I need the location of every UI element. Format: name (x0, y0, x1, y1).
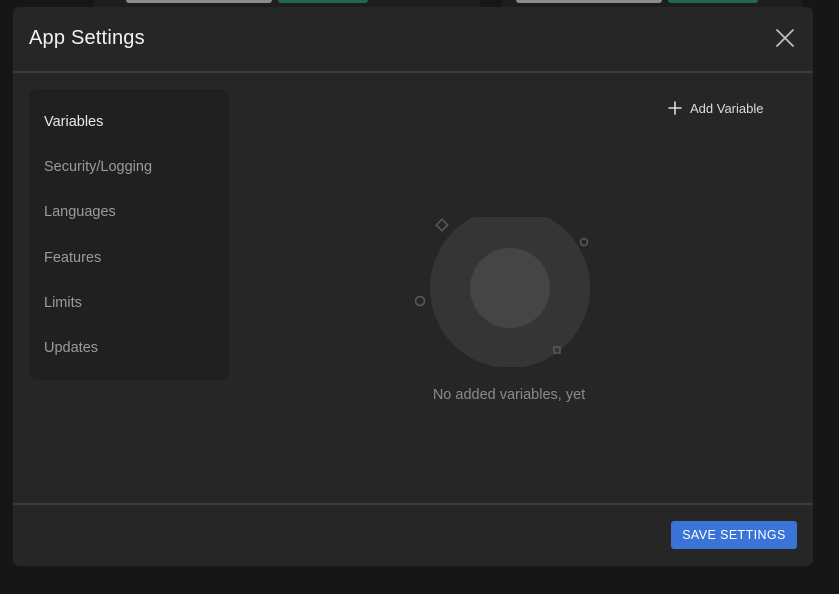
close-icon (776, 29, 794, 47)
background-element (278, 0, 368, 3)
sidebar-item-variables[interactable]: Variables (29, 106, 229, 138)
sidebar-item-label: Security/Logging (44, 159, 153, 175)
background-element (668, 0, 758, 3)
sidebar-item-security-logging[interactable]: Security/Logging (29, 151, 229, 183)
empty-state-text: No added variables, yet (432, 387, 586, 403)
sidebar-item-label: Limits (44, 295, 82, 311)
footer-divider (13, 503, 813, 505)
background-element (126, 0, 272, 3)
background-element (516, 0, 662, 3)
add-variable-label: Add Variable (690, 101, 764, 116)
modal-header: App Settings (13, 7, 813, 71)
sidebar-item-label: Features (44, 250, 102, 266)
sidebar-item-limits[interactable]: Limits (29, 287, 229, 319)
sidebar-item-languages[interactable]: Languages (29, 196, 229, 228)
modal-title: App Settings (29, 27, 145, 49)
save-settings-button[interactable]: SAVE SETTINGS (671, 521, 797, 549)
sidebar-item-label: Languages (44, 204, 116, 220)
app-settings-modal: App Settings Variables Security/Logging … (13, 7, 813, 566)
plus-icon (668, 101, 682, 115)
sidebar-item-updates[interactable]: Updates (29, 332, 229, 364)
add-variable-button[interactable]: Add Variable (665, 98, 769, 120)
close-button[interactable] (775, 28, 795, 48)
sidebar-item-features[interactable]: Features (29, 242, 229, 274)
sidebar-item-label: Updates (44, 340, 99, 356)
sidebar-item-label: Variables (44, 114, 104, 130)
empty-state-illustration (414, 217, 590, 367)
settings-sidebar: Variables Security/Logging Languages Fea… (29, 89, 229, 380)
header-divider (13, 71, 813, 73)
